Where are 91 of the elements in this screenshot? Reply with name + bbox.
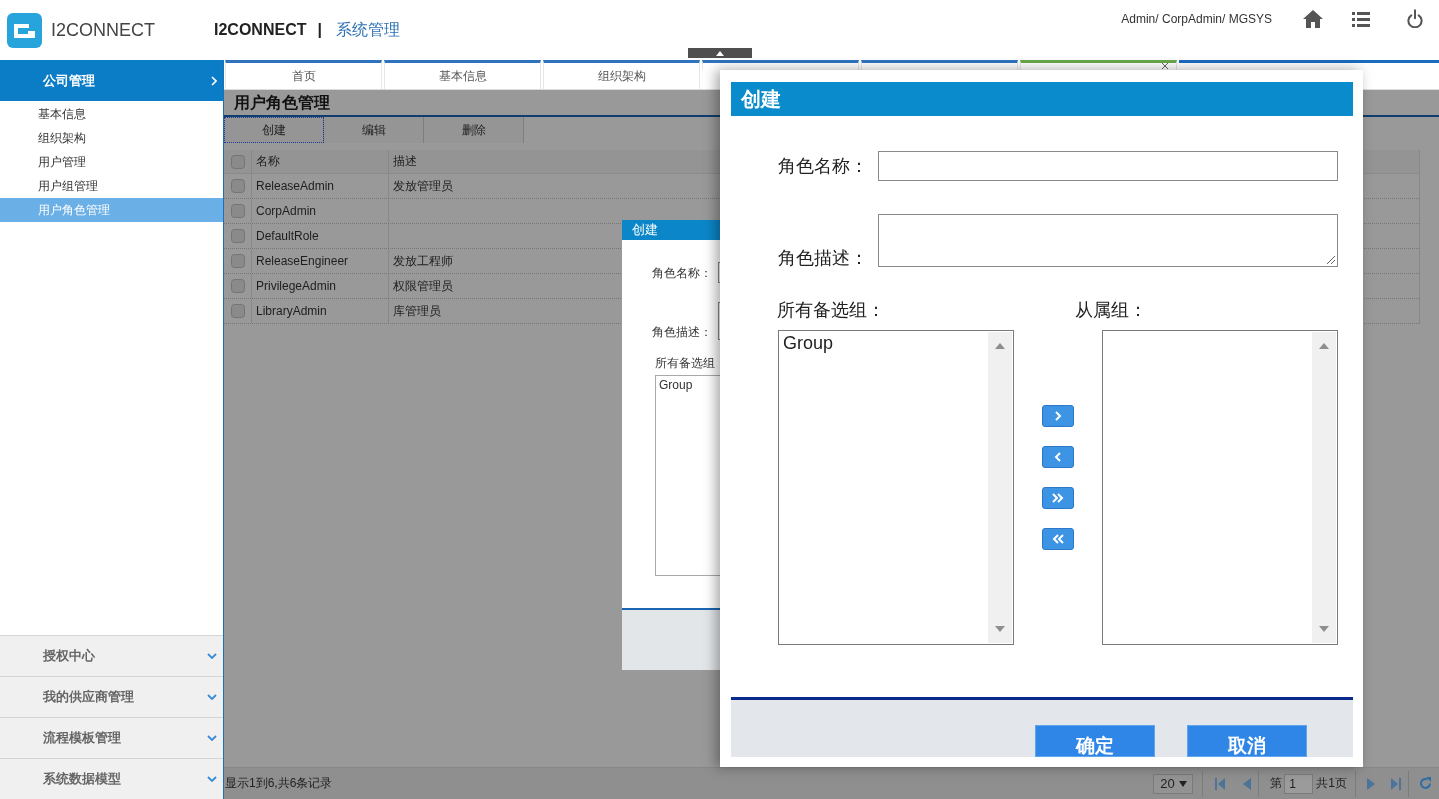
column-header[interactable]: 名称: [256, 153, 280, 170]
user-path: Admin/ CorpAdmin/ MGSYS: [1121, 12, 1272, 26]
first-page-icon[interactable]: [1215, 777, 1226, 790]
field-label: 角色描述：: [777, 248, 868, 268]
field-label: 角色描述：: [651, 324, 712, 340]
field-label: 从属组：: [1075, 300, 1147, 320]
checkbox[interactable]: [230, 304, 245, 318]
toolbar-button[interactable]: 编辑: [324, 117, 424, 143]
home-icon[interactable]: [1303, 10, 1323, 28]
chevron-right-icon: [1054, 411, 1062, 421]
title-separator: |: [317, 21, 322, 39]
caret-down-icon: [1179, 780, 1188, 787]
table-cell: PrivilegeAdmin: [256, 279, 337, 293]
resize-grip-icon[interactable]: [1326, 255, 1335, 264]
page-title: 用户角色管理: [234, 92, 330, 113]
sidebar-section[interactable]: 授权中心: [0, 635, 223, 676]
dialog-title: 创建: [731, 82, 1353, 116]
move-left-button[interactable]: [1042, 446, 1074, 468]
sidebar-item[interactable]: 用户管理: [0, 150, 223, 174]
sidebar-section[interactable]: 系统数据模型: [0, 758, 223, 799]
chevron-down-icon: [207, 653, 217, 659]
table-cell: 权限管理员: [393, 277, 453, 295]
previous-page-icon[interactable]: [1243, 777, 1252, 790]
field-label: 所有备选组: [655, 356, 715, 370]
sidebar-section[interactable]: 公司管理: [0, 60, 223, 101]
table-cell: LibraryAdmin: [256, 304, 327, 318]
sidebar-item[interactable]: 组织架构: [0, 126, 223, 150]
column-header[interactable]: 描述: [393, 153, 417, 170]
collapse-handle[interactable]: [688, 48, 752, 58]
chevron-right-icon: [211, 75, 217, 86]
move-right-button[interactable]: [1042, 405, 1074, 427]
sidebar-section[interactable]: 流程模板管理: [0, 717, 223, 758]
sidebar-section[interactable]: 我的供应商管理: [0, 676, 223, 717]
checkbox[interactable]: [230, 204, 245, 218]
checkbox[interactable]: [230, 279, 245, 293]
sidebar-item[interactable]: 用户组管理: [0, 174, 223, 198]
toolbar-button[interactable]: 删除: [424, 117, 524, 143]
table-cell: CorpAdmin: [256, 204, 317, 218]
confirm-button[interactable]: 确定: [1035, 725, 1155, 757]
dialog-title: 创建: [622, 220, 720, 240]
logo-icon: [7, 12, 42, 48]
move-all-right-button[interactable]: [1042, 487, 1074, 509]
chevron-left-icon: [1054, 452, 1062, 462]
scrollbar[interactable]: [988, 332, 1012, 643]
next-page-icon[interactable]: [1367, 777, 1375, 790]
scroll-down-icon[interactable]: [995, 626, 1005, 632]
power-icon[interactable]: [1407, 9, 1423, 28]
field-label: 角色名称：: [777, 156, 868, 176]
list-box[interactable]: Group: [778, 330, 1014, 645]
table-cell: ReleaseAdmin: [256, 179, 335, 193]
page-label: 第: [1270, 775, 1283, 792]
app-title: I2CONNECT: [214, 21, 307, 39]
chevron-down-icon: [207, 776, 217, 782]
table-cell: 发放管理员: [393, 177, 453, 195]
scrollbar[interactable]: [1312, 332, 1336, 643]
double-chevron-left-icon: [1052, 534, 1064, 544]
scroll-up-icon[interactable]: [995, 343, 1005, 349]
refresh-icon[interactable]: [1419, 777, 1432, 790]
textarea-field[interactable]: [878, 214, 1338, 267]
page-size-select[interactable]: 20: [1153, 773, 1194, 794]
table-cell: 发放工程师: [393, 252, 453, 270]
module-title: 系统管理: [335, 19, 400, 40]
field-label: 角色名称：: [651, 264, 712, 281]
cancel-button[interactable]: 取消: [1187, 725, 1307, 757]
field-label: 所有备选组：: [777, 300, 885, 320]
caret-up-icon: [716, 50, 724, 56]
brand-name: I2CONNECT: [51, 19, 155, 41]
close-icon[interactable]: [1162, 63, 1168, 69]
list-item[interactable]: Group: [783, 333, 988, 353]
toolbar-button[interactable]: 创建: [224, 117, 324, 143]
move-all-left-button[interactable]: [1042, 528, 1074, 550]
chevron-down-icon: [207, 694, 217, 700]
list-icon[interactable]: [1352, 11, 1370, 27]
checkbox[interactable]: [230, 179, 245, 193]
table-cell: DefaultRole: [256, 229, 319, 243]
page-input[interactable]: 1: [1284, 773, 1314, 794]
scroll-up-icon[interactable]: [1319, 343, 1329, 349]
record-summary: 显示1到6,共6条记录: [224, 775, 333, 792]
table-cell: ReleaseEngineer: [256, 254, 349, 268]
chevron-down-icon: [207, 735, 217, 741]
scroll-down-icon[interactable]: [1319, 626, 1329, 632]
list-item[interactable]: Group: [659, 378, 717, 392]
checkbox[interactable]: [230, 229, 245, 243]
double-chevron-right-icon: [1052, 493, 1064, 503]
checkbox[interactable]: [230, 254, 245, 268]
page-total: 共1页: [1316, 775, 1347, 792]
sidebar-item[interactable]: 基本信息: [0, 102, 223, 126]
last-page-icon[interactable]: [1391, 777, 1401, 790]
checkbox[interactable]: [230, 154, 245, 169]
table-cell: 库管理员: [393, 302, 441, 320]
input-field[interactable]: [878, 151, 1338, 181]
